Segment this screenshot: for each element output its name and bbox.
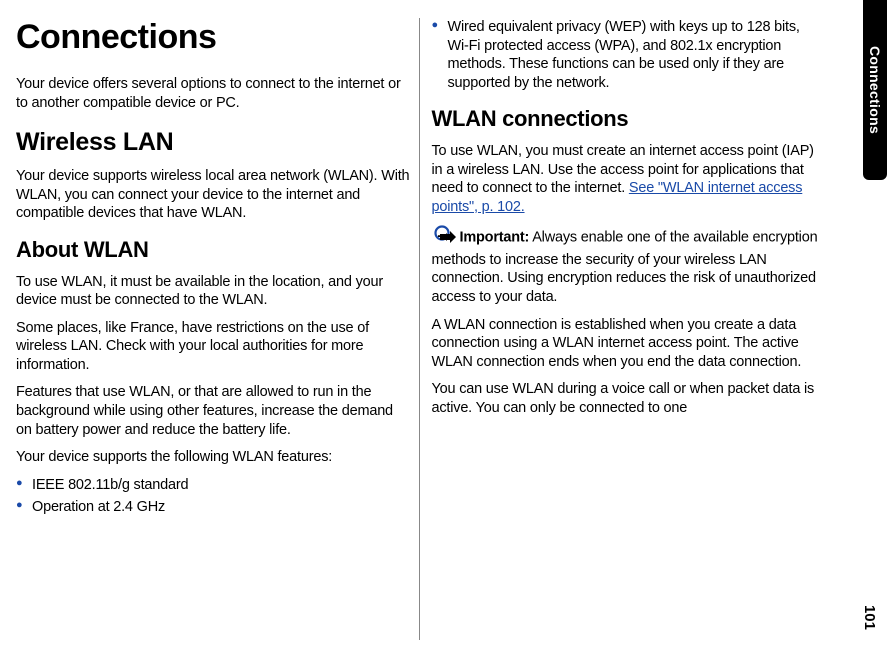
important-note: Important: Always enable one of the avai…	[432, 225, 824, 306]
important-arrow-icon	[432, 225, 456, 251]
heading-wireless-lan: Wireless LAN	[16, 128, 411, 157]
document-page: Connections 101 Connections Your device …	[0, 0, 891, 650]
about-wlan-p4: Your device supports the following WLAN …	[16, 448, 411, 467]
left-column: Connections Your device offers several o…	[8, 18, 420, 640]
right-column: Wired equivalent privacy (WEP) with keys…	[420, 18, 832, 640]
section-tab-label: Connections	[867, 46, 883, 134]
page-number: 101	[861, 605, 878, 630]
intro-paragraph: Your device offers several options to co…	[16, 75, 411, 112]
wlan-intro-paragraph: Your device supports wireless local area…	[16, 167, 411, 223]
heading-wlan-connections: WLAN connections	[432, 106, 824, 132]
list-item: Wired equivalent privacy (WEP) with keys…	[432, 18, 824, 92]
page-title: Connections	[16, 18, 411, 57]
wlan-features-list: IEEE 802.11b/g standard Operation at 2.4…	[16, 476, 411, 517]
about-wlan-p1: To use WLAN, it must be available in the…	[16, 273, 411, 310]
important-label: Important:	[460, 230, 530, 246]
two-column-layout: Connections Your device offers several o…	[8, 18, 831, 640]
wlan-connections-p4: You can use WLAN during a voice call or …	[432, 380, 824, 417]
about-wlan-p2: Some places, like France, have restricti…	[16, 319, 411, 375]
section-tab: Connections	[863, 0, 887, 180]
wlan-features-list-continued: Wired equivalent privacy (WEP) with keys…	[432, 18, 824, 92]
list-item: Operation at 2.4 GHz	[16, 498, 411, 517]
list-item: IEEE 802.11b/g standard	[16, 476, 411, 495]
heading-about-wlan: About WLAN	[16, 237, 411, 263]
about-wlan-p3: Features that use WLAN, or that are allo…	[16, 383, 411, 439]
wlan-connections-p1: To use WLAN, you must create an internet…	[432, 142, 824, 216]
wlan-connections-p3: A WLAN connection is established when yo…	[432, 316, 824, 372]
